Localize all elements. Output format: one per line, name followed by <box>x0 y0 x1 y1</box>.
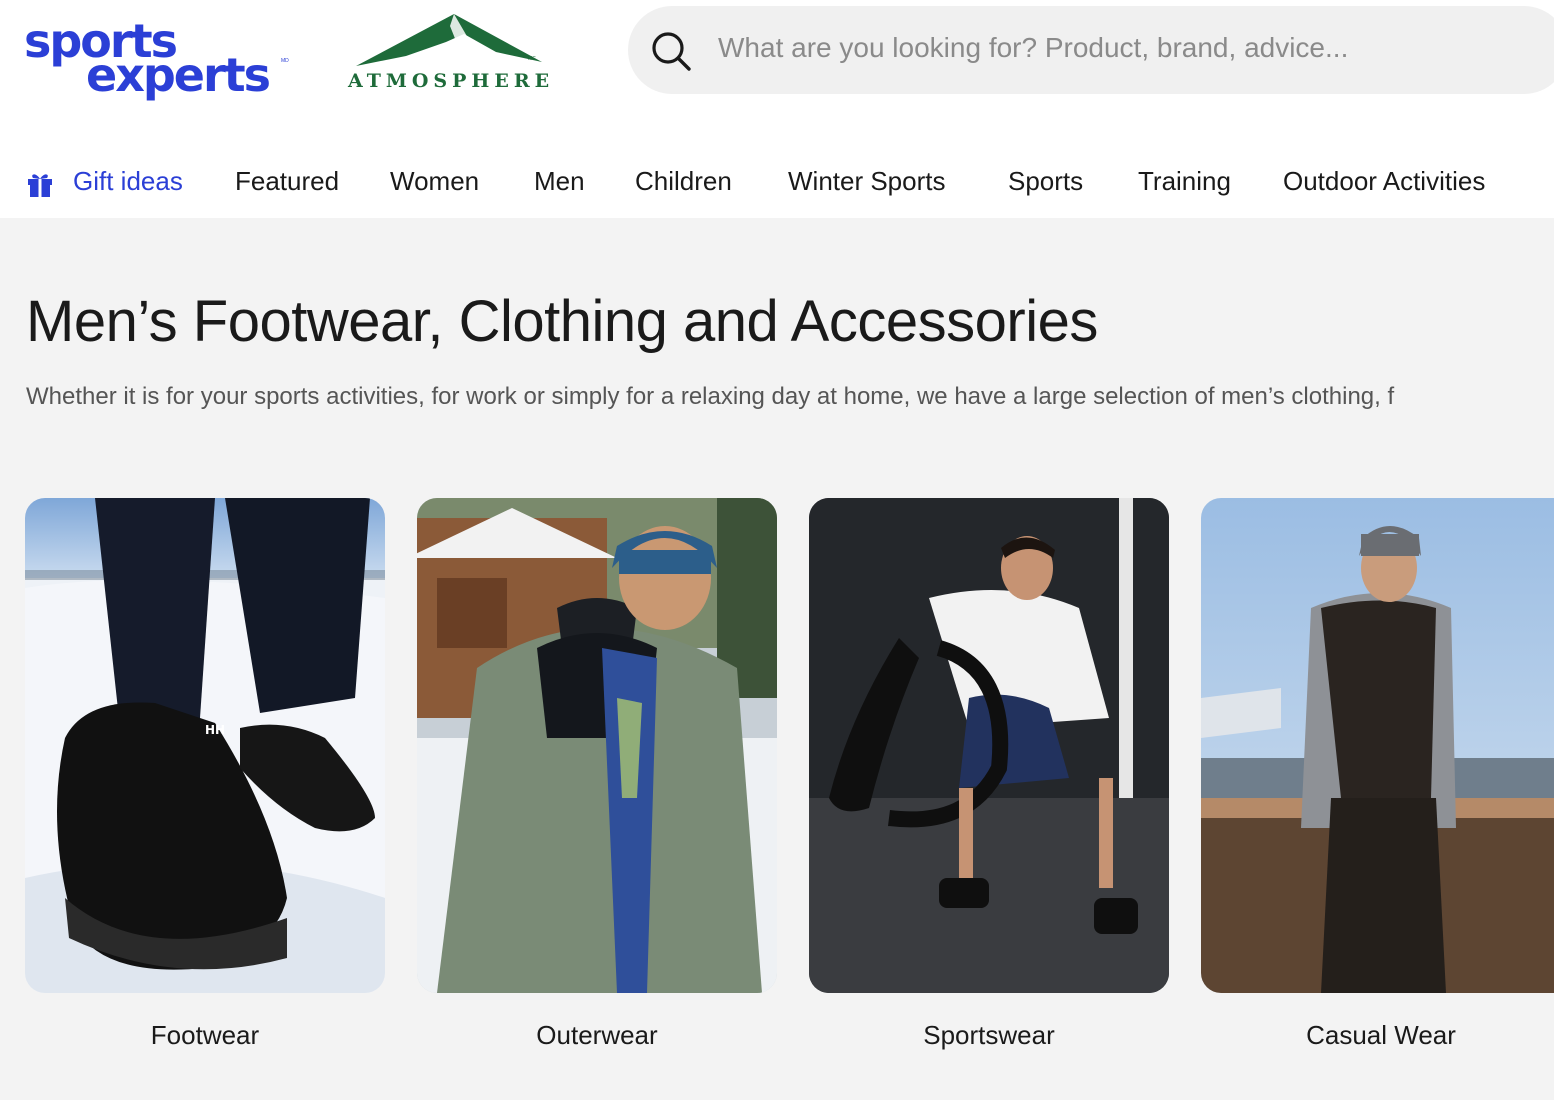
gift-icon <box>28 174 52 197</box>
footwear-image[interactable]: HH <box>25 498 385 993</box>
logo-wordmark: ATMOSPHERE <box>348 70 555 92</box>
nav-item-gift-ideas[interactable]: Gift ideas <box>73 166 183 197</box>
nav-item-sports[interactable]: Sports <box>1008 166 1083 197</box>
site-header: sports experts MD ATMOSPHERE MC What are… <box>0 0 1554 218</box>
nav-item-women[interactable]: Women <box>390 166 479 197</box>
outerwear-image[interactable] <box>417 498 777 993</box>
logo-line-2: experts <box>86 48 271 102</box>
sportswear-image[interactable] <box>809 498 1169 993</box>
page-title: Men’s Footwear, Clothing and Accessories <box>26 289 1098 354</box>
nav-item-children[interactable]: Children <box>635 166 732 197</box>
mountain-icon <box>356 14 542 66</box>
atmosphere-logo[interactable]: ATMOSPHERE MC <box>346 12 566 94</box>
nav-item-outdoor-activities[interactable]: Outdoor Activities <box>1283 166 1485 197</box>
category-label[interactable]: Outerwear <box>417 1020 777 1051</box>
search-icon[interactable] <box>650 30 692 72</box>
nav-item-training[interactable]: Training <box>1138 166 1231 197</box>
svg-text:HH: HH <box>205 723 225 737</box>
logo-mark: MC <box>528 56 536 62</box>
category-label[interactable]: Footwear <box>25 1020 385 1051</box>
category-label[interactable]: Sportswear <box>809 1020 1169 1051</box>
nav-item-featured[interactable]: Featured <box>235 166 339 197</box>
main-nav: Gift ideas Featured Women Men Children W… <box>0 158 1554 206</box>
page-description: Whether it is for your sports activities… <box>26 383 1395 410</box>
nav-item-winter-sports[interactable]: Winter Sports <box>788 166 946 197</box>
category-label[interactable]: Casual Wear <box>1201 1020 1554 1051</box>
sports-experts-logo[interactable]: sports experts MD <box>24 14 294 104</box>
logo-mark: MD <box>281 58 289 64</box>
search-input[interactable]: What are you looking for? Product, brand… <box>718 32 1348 64</box>
category-card-sportswear[interactable]: Sportswear <box>809 498 1169 1050</box>
search-bar[interactable]: What are you looking for? Product, brand… <box>628 6 1554 94</box>
nav-item-men[interactable]: Men <box>534 166 585 197</box>
category-card-casual-wear[interactable]: Casual Wear <box>1201 498 1554 1050</box>
category-card-outerwear[interactable]: Outerwear <box>417 498 777 1050</box>
casual-wear-image[interactable] <box>1201 498 1554 993</box>
category-card-footwear[interactable]: HH Footwear <box>25 498 385 1050</box>
